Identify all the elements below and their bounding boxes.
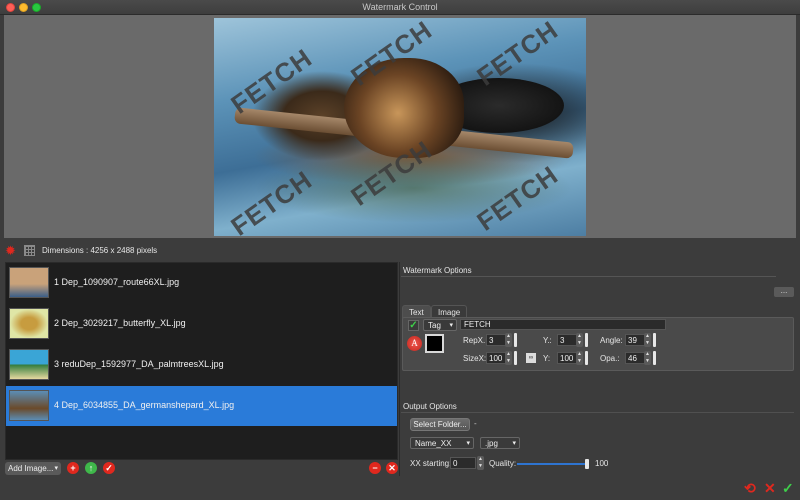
format-select[interactable]: .jpg ▾: [480, 437, 520, 449]
angle-slider[interactable]: [653, 333, 656, 347]
file-name: 2 Dep_3029217_butterfly_XL.jpg: [54, 318, 186, 328]
sizex-field[interactable]: 100: [486, 352, 506, 364]
sizey-slider[interactable]: [585, 351, 588, 365]
opacity-field[interactable]: 46: [625, 352, 645, 364]
thumbnail: [9, 390, 49, 421]
more-label: ...: [780, 286, 788, 295]
file-list[interactable]: 1 Dep_1090907_route66XL.jpg 2 Dep_302921…: [5, 262, 398, 460]
sizex-stepper[interactable]: ▲ ▼: [505, 351, 512, 365]
font-picker-button[interactable]: A: [407, 336, 422, 351]
image-dimensions: Dimensions : 4256 x 2488 pixels: [42, 246, 158, 255]
sizex-slider[interactable]: [514, 351, 517, 365]
quality-slider[interactable]: [517, 463, 589, 465]
file-name: 1 Dep_1090907_route66XL.jpg: [54, 277, 180, 287]
title-bar: Watermark Control: [0, 0, 800, 15]
repy-slider[interactable]: [585, 333, 588, 347]
angle-label: Angle:: [600, 336, 623, 345]
info-row: ✹ Dimensions : 4256 x 2488 pixels: [0, 240, 800, 260]
thumbnail: [9, 308, 49, 339]
list-item[interactable]: 2 Dep_3029217_butterfly_XL.jpg: [6, 304, 397, 344]
gear-icon[interactable]: ✹: [5, 244, 18, 257]
mode-select[interactable]: Tag ▾: [423, 319, 457, 331]
quality-slider-knob[interactable]: [585, 459, 589, 469]
watermark-text-input[interactable]: FETCH: [460, 319, 666, 330]
list-item[interactable]: 3 reduDep_1592977_DA_palmtreesXL.jpg: [6, 345, 397, 385]
cancel-icon[interactable]: ✕: [764, 481, 776, 495]
chevron-down-icon: ▾: [512, 440, 516, 447]
repx-slider[interactable]: [514, 333, 517, 347]
watermark-text: FETCH: [225, 42, 318, 120]
opacity-stepper[interactable]: ▲ ▼: [644, 351, 651, 365]
folder-path: -: [474, 419, 477, 428]
naming-select[interactable]: Name_XX ▾: [410, 437, 474, 449]
file-name: 4 Dep_6034855_DA_germanshepard_XL.jpg: [54, 400, 235, 410]
lock-aspect-icon[interactable]: ∞: [526, 353, 536, 363]
list-toolbar: Add Image... ▾ + ↑ ✓ − ✕: [5, 462, 398, 476]
list-item[interactable]: 4 Dep_6034855_DA_germanshepard_XL.jpg: [6, 386, 397, 426]
file-name: 3 reduDep_1592977_DA_palmtreesXL.jpg: [54, 359, 224, 369]
opacity-slider[interactable]: [653, 351, 656, 365]
list-item[interactable]: 1 Dep_1090907_route66XL.jpg: [6, 263, 397, 303]
grid-icon[interactable]: [24, 245, 35, 256]
enable-watermark-checkbox[interactable]: ✓: [408, 320, 419, 331]
quality-value: 100: [595, 459, 609, 468]
window-title: Watermark Control: [362, 2, 438, 12]
sizey-stepper[interactable]: ▲ ▼: [576, 351, 583, 365]
divider: [401, 412, 794, 413]
chevron-down-icon: ▾: [466, 440, 470, 447]
font-glyph: A: [411, 338, 418, 348]
arrow-up-icon[interactable]: ↑: [85, 462, 97, 474]
color-well[interactable]: [425, 334, 444, 353]
repy-stepper[interactable]: ▲ ▼: [576, 333, 583, 347]
app-window: Watermark Control FETCH FETCH FETCH FETC…: [0, 0, 800, 500]
remove-all-icon[interactable]: ✕: [386, 462, 398, 474]
check-icon[interactable]: ✓: [103, 462, 115, 474]
preview-image: FETCH FETCH FETCH FETCH FETCH FETCH: [214, 18, 586, 236]
mode-value: Tag: [428, 321, 441, 330]
thumbnail: [9, 267, 49, 298]
output-options-title: Output Options: [403, 402, 457, 411]
xx-starting-label: XX starting:: [410, 459, 452, 468]
divider: [401, 276, 776, 277]
select-folder-button[interactable]: Select Folder...: [410, 418, 470, 431]
quality-label: Quality:: [489, 459, 517, 468]
preview-area: FETCH FETCH FETCH FETCH FETCH FETCH: [4, 15, 796, 238]
repx-stepper[interactable]: ▲ ▼: [505, 333, 512, 347]
opacity-label: Opa.:: [600, 354, 620, 363]
confirm-icon[interactable]: ✓: [782, 481, 794, 495]
chevron-down-icon: ▾: [54, 465, 58, 472]
repx-label: RepX.:: [463, 336, 488, 345]
divider: [399, 262, 400, 476]
sizey-field[interactable]: 100: [557, 352, 577, 364]
xx-starting-stepper[interactable]: ▲ ▼: [477, 456, 484, 470]
repx-field[interactable]: 3: [486, 334, 506, 346]
repy-label: Y.:: [543, 336, 552, 345]
sizey-label: Y:: [543, 354, 551, 363]
xx-starting-field[interactable]: 0: [450, 457, 476, 469]
add-icon[interactable]: +: [67, 462, 79, 474]
repy-field[interactable]: 3: [557, 334, 577, 346]
format-value: .jpg: [485, 439, 498, 448]
sizex-label: SizeX:: [463, 354, 487, 363]
watermark-options-title: Watermark Options: [403, 266, 472, 275]
chevron-down-icon: ▾: [449, 322, 453, 329]
reset-icon[interactable]: ⟲: [744, 481, 756, 495]
add-image-label: Add Image...: [8, 464, 54, 473]
more-button[interactable]: ...: [774, 287, 794, 297]
thumbnail: [9, 349, 49, 380]
add-image-button[interactable]: Add Image... ▾: [5, 462, 61, 475]
remove-icon[interactable]: −: [369, 462, 381, 474]
naming-value: Name_XX: [415, 439, 452, 448]
angle-field[interactable]: 39: [625, 334, 645, 346]
angle-stepper[interactable]: ▲ ▼: [644, 333, 651, 347]
